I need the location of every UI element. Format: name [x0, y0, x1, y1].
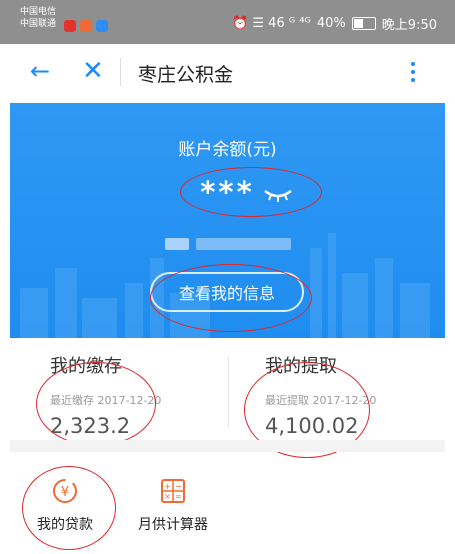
balance-value: *** — [200, 175, 255, 209]
tool-label: 月供计算器 — [138, 517, 208, 533]
loan-icon: ¥ — [53, 479, 77, 503]
hidden-eye-icon[interactable] — [263, 187, 293, 203]
tool-my-loan[interactable]: ¥ 我的贷款 — [25, 478, 105, 534]
balance-label: 账户余额(元) — [178, 140, 277, 160]
app-notification-icon — [80, 20, 92, 32]
tool-label: 我的贷款 — [37, 517, 93, 533]
signal-icons: ⏰ ☰ 46 ᴳ ⁴ᴳ — [232, 16, 311, 31]
app-notification-icon — [96, 20, 108, 32]
nav-bar: ← ✕ 枣庄公积金 — [0, 44, 455, 102]
app-notification-icon — [64, 20, 76, 32]
battery-percent: 40% — [316, 16, 346, 31]
svg-text:×: × — [164, 492, 171, 501]
status-bar: 中国电信 中国联通 ⏰ ☰ 46 ᴳ ⁴ᴳ 40% 晚上9:50 — [0, 0, 455, 44]
calculator-icon: + − × = — [161, 479, 185, 503]
carrier-2: 中国联通 — [20, 19, 57, 29]
tool-calculator[interactable]: + − × = 月供计算器 — [133, 478, 213, 534]
masked-account-info — [165, 238, 189, 250]
page-title: 枣庄公积金 — [138, 64, 234, 86]
svg-text:−: − — [175, 482, 182, 491]
section-divider — [10, 440, 445, 452]
stat-divider — [228, 356, 229, 428]
masked-account-info — [196, 238, 291, 250]
clock: 晚上9:50 — [381, 18, 437, 33]
svg-text:¥: ¥ — [61, 485, 69, 500]
nav-divider — [120, 58, 121, 86]
view-my-info-button[interactable]: 查看我的信息 — [150, 272, 304, 312]
notification-icons — [64, 20, 108, 32]
withdraw-value: 4,100.02 — [265, 414, 359, 438]
deposit-date: 最近缴存 2017-12-20 — [50, 394, 162, 407]
status-right: ⏰ ☰ 46 ᴳ ⁴ᴳ 40% 晚上9:50 — [232, 14, 437, 33]
deposit-value: 2,323.2 — [50, 414, 131, 438]
carrier-1: 中国电信 — [20, 7, 57, 17]
more-menu-icon[interactable] — [411, 62, 415, 86]
svg-text:+: + — [164, 482, 171, 491]
svg-text:=: = — [175, 492, 182, 501]
battery-icon — [351, 17, 376, 30]
close-icon[interactable]: ✕ — [82, 56, 104, 86]
balance-banner: 账户余额(元) *** 查看我的信息 — [10, 103, 445, 338]
withdraw-title: 我的提取 — [265, 356, 337, 377]
withdraw-stat[interactable]: 我的提取 最近提取 2017-12-20 4,100.02 — [265, 352, 445, 438]
carrier-info: 中国电信 中国联通 — [20, 6, 56, 30]
back-icon[interactable]: ← — [30, 56, 50, 86]
withdraw-date: 最近提取 2017-12-20 — [265, 394, 377, 407]
deposit-title: 我的缴存 — [50, 356, 122, 377]
deposit-stat[interactable]: 我的缴存 最近缴存 2017-12-20 2,323.2 — [50, 352, 230, 438]
